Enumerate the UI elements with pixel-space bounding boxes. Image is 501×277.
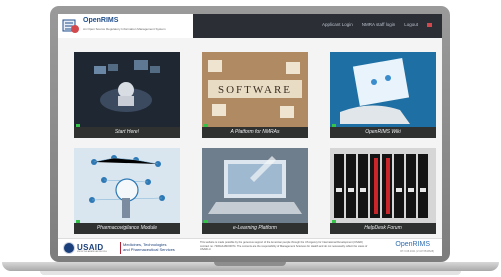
mtaps-logo: Medicines, Technologies and Pharmaceutic… <box>123 242 175 252</box>
page-footer: USAID FROM THE AMERICAN PEOPLE Medicines… <box>58 238 442 256</box>
top-header: OpenRIMS An Open Source Regulatory Infor… <box>58 14 442 38</box>
version-label: RT-V.08.2021 (V-1073543628) <box>400 250 434 253</box>
pharmacovigilance-image <box>74 148 180 223</box>
footer-divider <box>120 242 121 254</box>
brand-logo[interactable]: OpenRIMS An Open Source Regulatory Infor… <box>58 14 193 38</box>
language-flag-icon[interactable] <box>427 22 432 27</box>
staff-login-link[interactable]: NMRA staff login <box>362 22 395 27</box>
top-nav: Applicant Login NMRA staff login Logout <box>322 22 432 27</box>
tile-elearning[interactable]: e-Learning Platform <box>202 148 308 234</box>
tile-label: OpenRIMS Wiki <box>330 127 436 138</box>
applicant-login-link[interactable]: Applicant Login <box>322 22 353 27</box>
elearning-image <box>202 148 308 223</box>
tile-label: A Platform for NMRAs <box>202 127 308 138</box>
tile-label: HelpDesk Forum <box>330 223 436 234</box>
software-image: SOFTWARE <box>202 52 308 127</box>
helpdesk-image <box>330 148 436 223</box>
laptop-notch <box>214 262 286 266</box>
laptop-shadow <box>40 271 461 275</box>
wiki-image <box>330 52 436 127</box>
usaid-tagline: FROM THE AMERICAN PEOPLE <box>77 251 107 253</box>
software-image-text: SOFTWARE <box>218 84 292 96</box>
tile-label: Start Here! <box>74 127 180 138</box>
footer-openrims-logo: OpenRIMS <box>395 241 430 248</box>
app-name: OpenRIMS <box>83 17 119 24</box>
tile-pharmacovigilance[interactable]: Pharmacovigilance Module <box>74 148 180 234</box>
usaid-disclaimer: This website is made possible by the gen… <box>200 241 368 252</box>
mtaps-line-2: and Pharmaceutical Services <box>123 247 175 252</box>
screen: OpenRIMS An Open Source Regulatory Infor… <box>58 14 442 256</box>
tile-helpdesk-forum[interactable]: HelpDesk Forum <box>330 148 436 234</box>
usaid-seal-icon <box>63 242 75 254</box>
app-subtitle: An Open Source Regulatory Information Ma… <box>83 27 166 31</box>
tile-start-here[interactable]: Start Here! <box>74 52 180 138</box>
usaid-logo[interactable]: USAID FROM THE AMERICAN PEOPLE <box>63 242 117 254</box>
logout-link[interactable]: Logout <box>404 22 418 27</box>
tile-openrims-wiki[interactable]: OpenRIMS Wiki <box>330 52 436 138</box>
openrims-logo-icon <box>62 19 79 33</box>
laptop-frame: OpenRIMS An Open Source Regulatory Infor… <box>50 6 450 262</box>
start-here-image <box>74 52 180 127</box>
tile-label: e-Learning Platform <box>202 223 308 234</box>
tile-label: Pharmacovigilance Module <box>74 223 180 234</box>
tile-platform-for-nmras[interactable]: SOFTWARE A Platform for NMRAs <box>202 52 308 138</box>
